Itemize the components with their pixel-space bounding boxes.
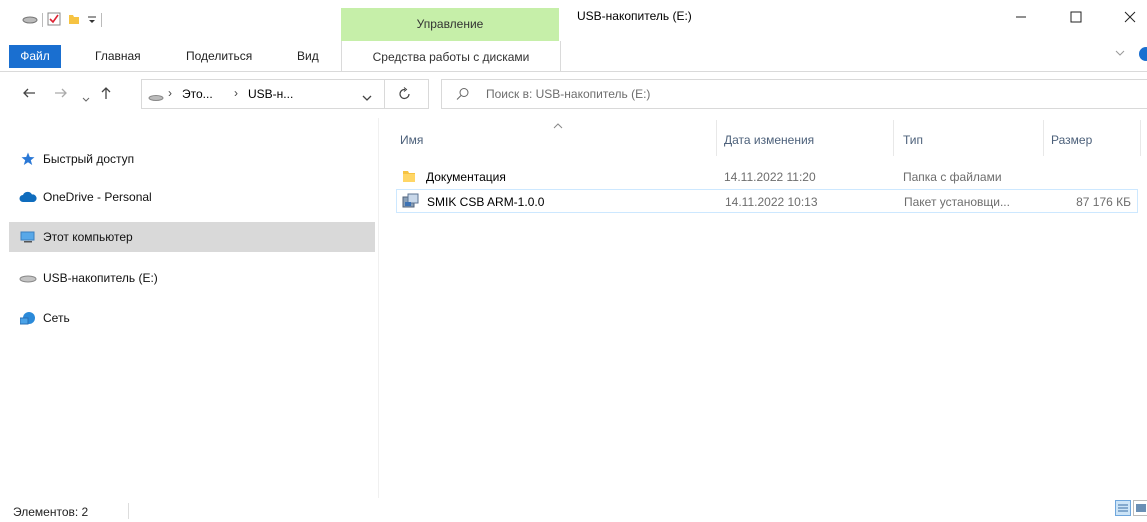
- chevron-down-icon: [362, 95, 372, 101]
- tab-share[interactable]: Поделиться: [186, 48, 252, 64]
- nav-item-quick-access[interactable]: Быстрый доступ: [9, 144, 375, 174]
- nav-item-label: Этот компьютер: [43, 230, 133, 244]
- column-divider[interactable]: [1140, 120, 1141, 156]
- details-view-icon: [1118, 504, 1128, 512]
- nav-item-label: USB-накопитель (E:): [43, 271, 158, 285]
- drive-icon: [148, 90, 164, 104]
- large-icons-view-icon: [1136, 504, 1146, 512]
- column-header-date[interactable]: Дата изменения: [724, 133, 814, 147]
- column-divider[interactable]: [716, 120, 717, 156]
- refresh-icon: [399, 87, 410, 100]
- breadcrumb-usb[interactable]: USB-н...: [248, 87, 293, 101]
- arrow-right-icon: [55, 88, 67, 98]
- folder-icon: [402, 169, 416, 186]
- search-placeholder: Поиск в: USB-накопитель (E:): [486, 87, 651, 101]
- file-name: Документация: [426, 170, 506, 184]
- new-folder-icon[interactable]: [67, 12, 81, 29]
- minimize-icon: [1016, 16, 1026, 18]
- file-type: Пакет установщи...: [904, 195, 1010, 209]
- search-field[interactable]: Поиск в: USB-накопитель (E:): [441, 79, 1147, 109]
- nav-item-label: OneDrive - Personal: [43, 190, 152, 204]
- nav-item-label: Сеть: [43, 311, 70, 325]
- ribbon-expand-button[interactable]: [1115, 48, 1125, 60]
- nav-item-onedrive[interactable]: OneDrive - Personal: [9, 182, 375, 212]
- pane-divider[interactable]: [378, 118, 379, 498]
- customize-qat-icon[interactable]: [87, 13, 97, 28]
- drive-icon[interactable]: [22, 13, 38, 27]
- search-icon: [456, 88, 469, 100]
- column-divider[interactable]: [1043, 120, 1044, 156]
- sort-indicator-icon: [553, 118, 563, 132]
- nav-item-network[interactable]: Сеть: [9, 303, 375, 333]
- usb-drive-icon: [19, 271, 37, 285]
- nav-item-label: Быстрый доступ: [43, 152, 135, 166]
- cloud-icon: [19, 190, 37, 204]
- status-separator: [128, 503, 129, 519]
- star-icon: [19, 152, 37, 166]
- manage-context-tab-header: Управление: [341, 8, 559, 41]
- nav-item-usb-drive[interactable]: USB-накопитель (E:): [9, 263, 375, 293]
- file-name: SMIK CSB ARM-1.0.0: [427, 195, 545, 209]
- tab-drive-tools[interactable]: Средства работы с дисками: [341, 41, 561, 71]
- tab-home[interactable]: Главная: [95, 48, 141, 64]
- separator: [101, 13, 102, 27]
- nav-item-this-pc[interactable]: Этот компьютер: [9, 222, 375, 252]
- title-bar: [0, 0, 1147, 40]
- file-row[interactable]: SMIK CSB ARM-1.0.0 14.11.2022 10:13 Паке…: [396, 189, 1138, 213]
- ribbon-tab-bar: [0, 41, 1147, 72]
- details-view-button[interactable]: [1115, 500, 1131, 516]
- up-button[interactable]: [100, 86, 112, 104]
- address-history-button[interactable]: [362, 91, 372, 105]
- file-type: Папка с файлами: [903, 170, 1002, 184]
- breadcrumb-separator: ›: [234, 86, 238, 100]
- back-button[interactable]: [22, 86, 36, 103]
- installer-icon: [402, 193, 420, 212]
- computer-icon: [19, 230, 37, 244]
- chevron-down-icon: [1115, 50, 1125, 56]
- quick-access-toolbar: [22, 12, 106, 28]
- close-button[interactable]: [1115, 5, 1145, 29]
- separator: [42, 13, 43, 27]
- maximize-icon: [1070, 11, 1082, 23]
- file-size: 87 176 КБ: [1076, 195, 1131, 209]
- chevron-down-icon: [82, 97, 90, 102]
- breadcrumb-this-pc[interactable]: Это...: [182, 87, 213, 101]
- arrow-up-icon: [101, 87, 111, 99]
- tab-view[interactable]: Вид: [297, 48, 319, 64]
- breadcrumb-separator: ›: [168, 86, 172, 100]
- column-header-size[interactable]: Размер: [1051, 133, 1092, 147]
- maximize-button[interactable]: [1061, 5, 1091, 29]
- column-divider[interactable]: [893, 120, 894, 156]
- large-icons-view-button[interactable]: [1133, 500, 1147, 516]
- help-button[interactable]: [1139, 47, 1147, 61]
- item-count: Элементов: 2: [13, 505, 89, 519]
- tab-file[interactable]: Файл: [9, 45, 61, 68]
- forward-button[interactable]: [54, 86, 68, 103]
- file-date: 14.11.2022 11:20: [724, 170, 816, 184]
- file-date: 14.11.2022 10:13: [725, 195, 818, 209]
- properties-icon[interactable]: [47, 12, 61, 29]
- recent-locations-button[interactable]: [82, 90, 90, 107]
- refresh-button[interactable]: [384, 79, 429, 109]
- column-header-name[interactable]: Имя: [400, 133, 423, 147]
- column-header-type[interactable]: Тип: [903, 133, 923, 147]
- file-row[interactable]: Документация 14.11.2022 11:20 Папка с фа…: [396, 165, 1138, 189]
- arrow-left-icon: [23, 88, 35, 98]
- minimize-button[interactable]: [1006, 5, 1036, 29]
- close-icon: [1124, 11, 1136, 23]
- window-title: USB-накопитель (E:): [577, 9, 692, 23]
- network-icon: [19, 311, 37, 325]
